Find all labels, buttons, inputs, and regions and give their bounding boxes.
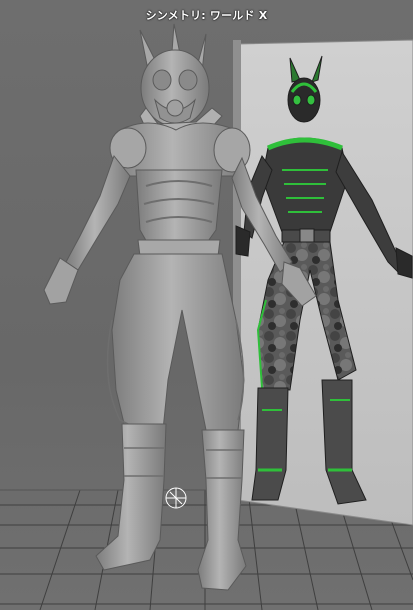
viewport-scene [0,23,413,610]
3d-viewport[interactable]: シンメトリ: ワールド X [0,0,413,610]
manipulator-gizmo [165,487,187,509]
symmetry-status-label: シンメトリ: ワールド X [145,9,268,22]
